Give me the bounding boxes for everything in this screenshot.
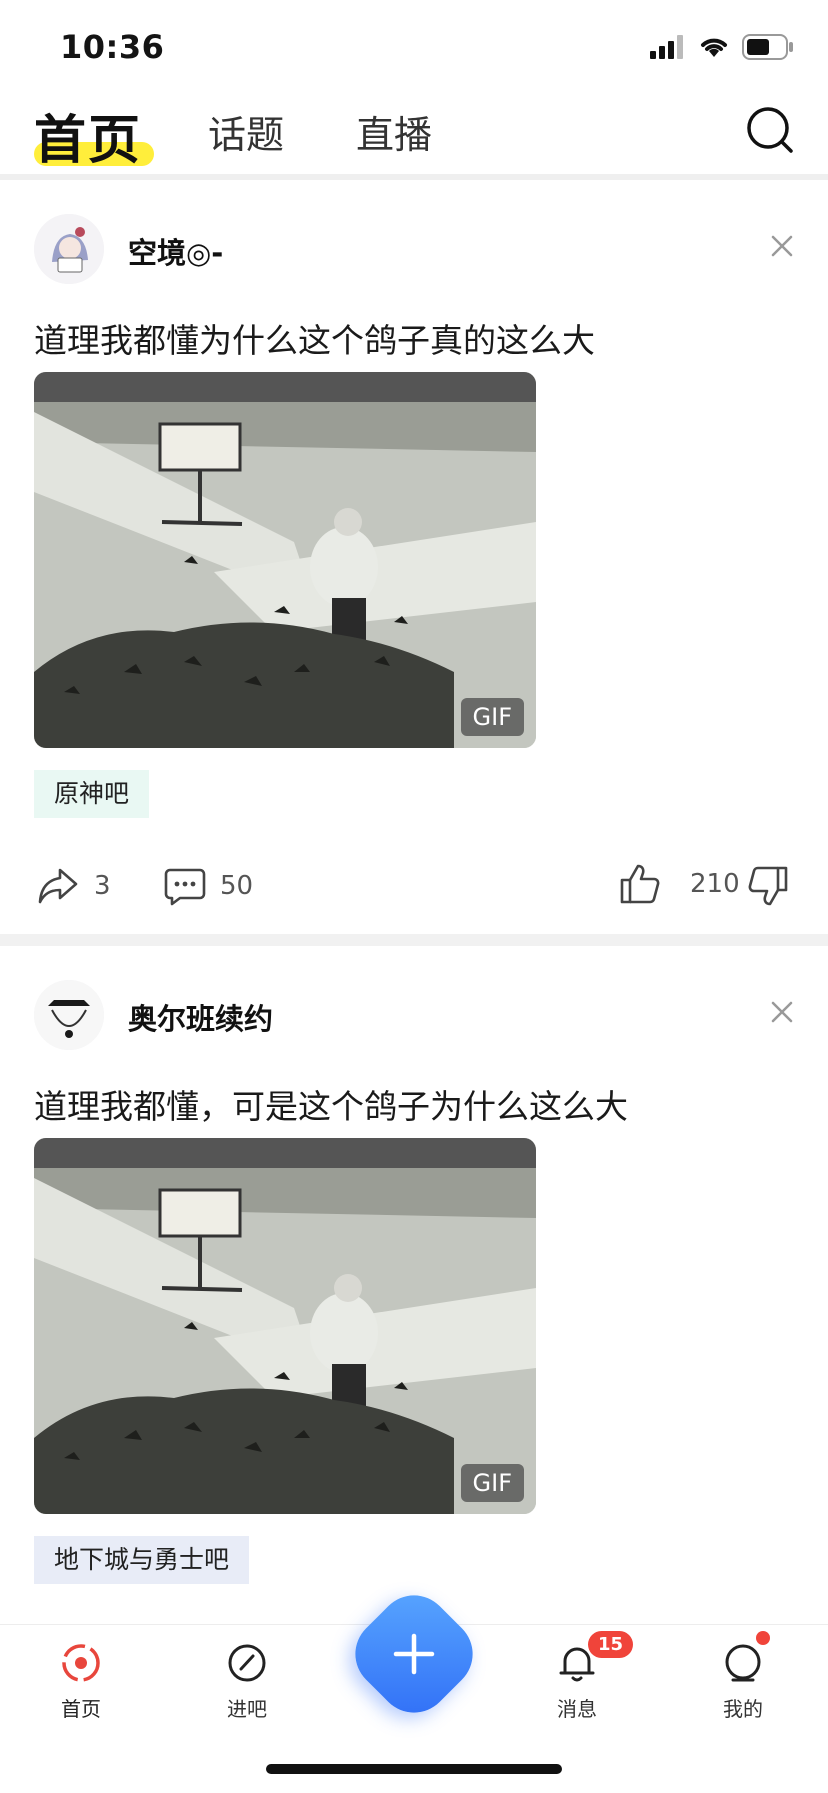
nav-divider xyxy=(0,174,828,180)
compass-icon xyxy=(228,1644,266,1682)
pigeon-scene-image xyxy=(34,372,536,748)
author-name[interactable]: 空境◎- xyxy=(128,230,223,272)
comment-button[interactable]: 50 xyxy=(164,866,253,906)
anime-avatar-icon xyxy=(34,214,104,284)
tab-home[interactable]: 首页 xyxy=(34,98,154,173)
tabbar-home-label: 首页 xyxy=(61,1697,101,1721)
avatar[interactable] xyxy=(34,980,104,1050)
close-icon xyxy=(771,1001,793,1023)
battery-icon xyxy=(742,34,793,60)
tabbar-me[interactable]: 我的 xyxy=(698,1641,788,1722)
close-icon xyxy=(771,235,793,257)
post-title[interactable]: 道理我都懂为什么这个鸽子真的这么大 xyxy=(34,314,595,362)
unread-badge: 15 xyxy=(588,1631,634,1658)
status-time: 10:36 xyxy=(60,28,165,66)
chat-bubble-icon xyxy=(725,1644,761,1682)
tabbar-me-label: 我的 xyxy=(723,1697,763,1721)
tabbar-home[interactable]: 首页 xyxy=(36,1641,126,1722)
dismiss-button[interactable] xyxy=(766,230,798,262)
plus-icon xyxy=(393,1633,435,1675)
post-gif[interactable]: GIF xyxy=(34,372,536,748)
share-icon xyxy=(38,868,78,904)
pigeon-scene-image xyxy=(34,1138,536,1514)
like-button[interactable]: 210 xyxy=(618,862,740,906)
avatar[interactable] xyxy=(34,214,104,284)
thumbs-down-icon xyxy=(748,866,788,906)
post-gif[interactable]: GIF xyxy=(34,1138,536,1514)
panda-avatar-icon xyxy=(34,980,104,1050)
home-target-icon xyxy=(62,1644,100,1682)
share-button[interactable]: 3 xyxy=(36,866,111,906)
comment-icon xyxy=(164,868,206,906)
tabbar-forums[interactable]: 进吧 xyxy=(202,1641,292,1722)
like-count: 210 xyxy=(690,869,740,899)
thumbs-up-icon xyxy=(620,864,660,904)
comment-count: 50 xyxy=(220,871,254,901)
home-indicator xyxy=(266,1764,562,1774)
tabbar-messages-label: 消息 xyxy=(557,1697,597,1721)
signal-icon xyxy=(650,35,683,59)
create-post-button[interactable] xyxy=(362,1602,466,1706)
post-separator xyxy=(0,934,828,946)
gif-badge: GIF xyxy=(460,1464,524,1502)
dislike-button[interactable] xyxy=(748,864,790,912)
tab-topics[interactable]: 话题 xyxy=(208,104,284,159)
wifi-icon xyxy=(701,38,727,57)
tab-home-label: 首页 xyxy=(34,111,143,171)
search-button[interactable] xyxy=(746,106,794,154)
tabbar-forums-label: 进吧 xyxy=(227,1697,267,1721)
status-icons xyxy=(650,34,794,60)
dismiss-button[interactable] xyxy=(766,996,798,1028)
search-icon xyxy=(747,107,793,153)
forum-tag[interactable]: 地下城与勇士吧 xyxy=(34,1536,250,1584)
notification-dot xyxy=(756,1631,770,1645)
gif-badge: GIF xyxy=(460,698,524,736)
author-name[interactable]: 奥尔班续约 xyxy=(128,996,273,1038)
post-title[interactable]: 道理我都懂，可是这个鸽子为什么这么大 xyxy=(34,1080,628,1128)
tab-live[interactable]: 直播 xyxy=(356,104,432,159)
forum-tag[interactable]: 原神吧 xyxy=(34,770,150,818)
share-count: 3 xyxy=(94,871,111,901)
